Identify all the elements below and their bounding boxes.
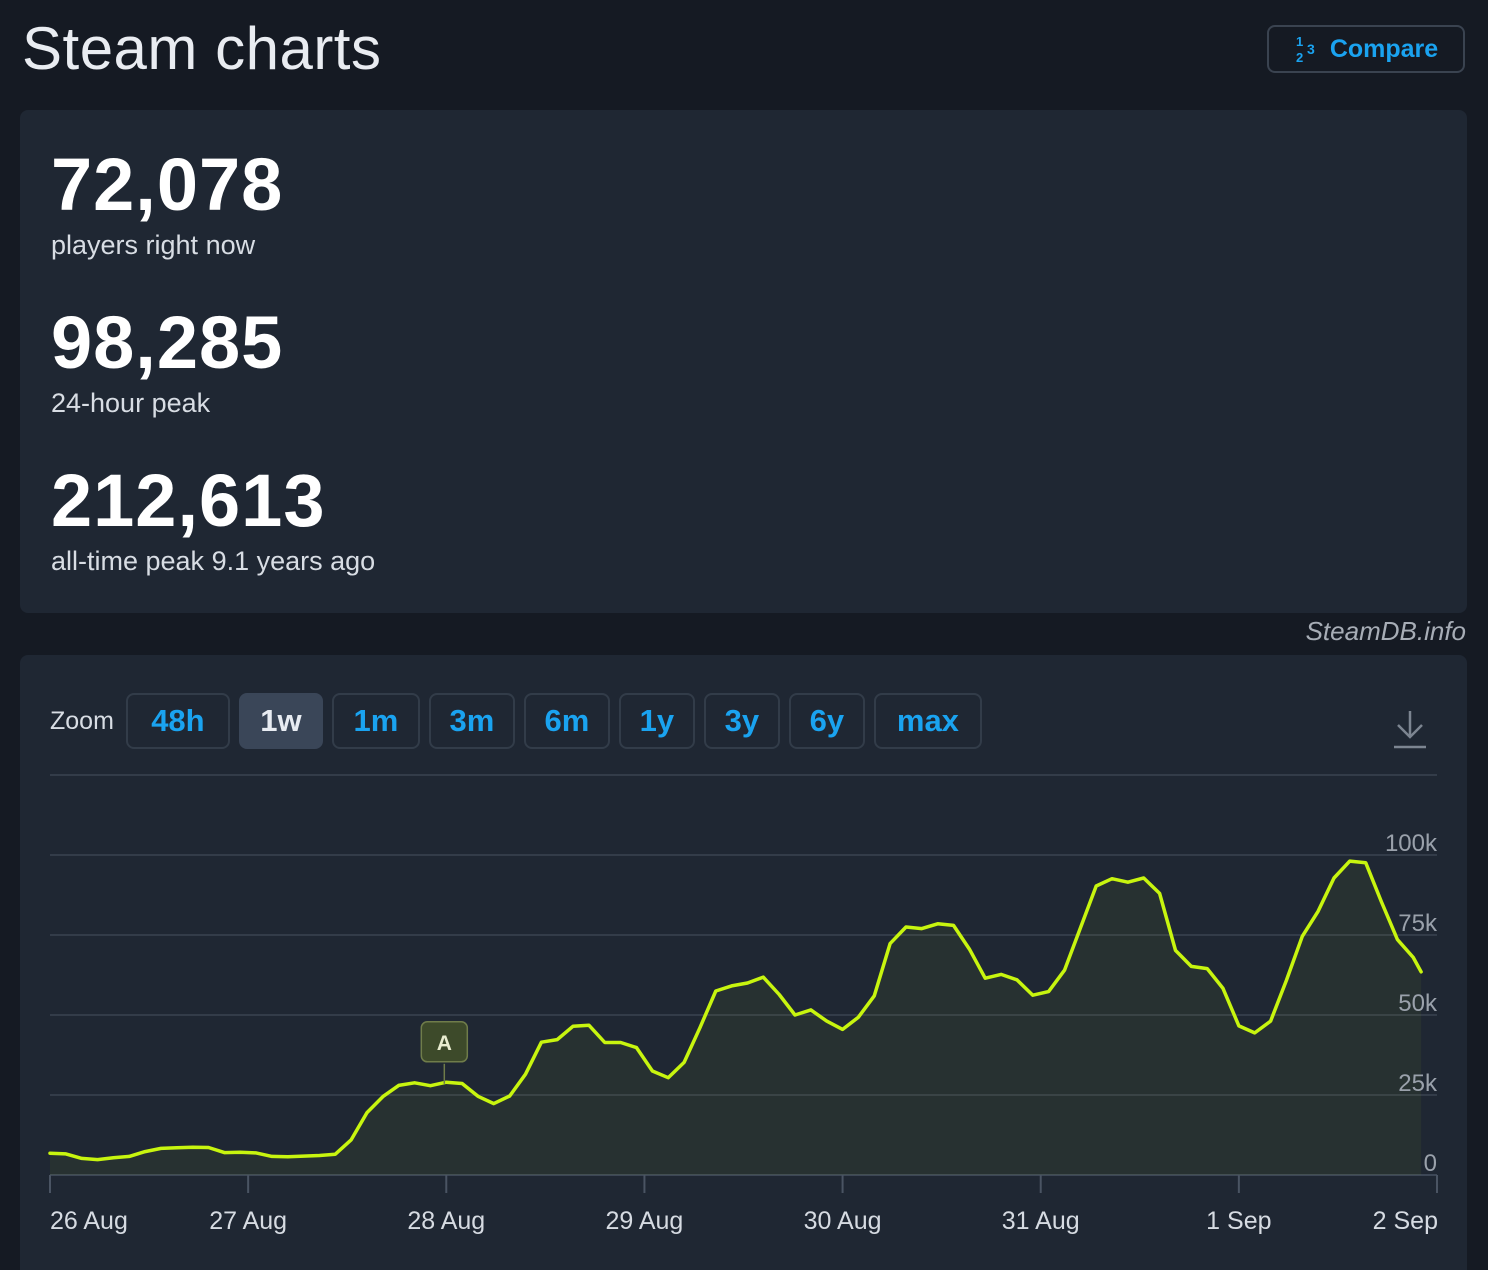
- steamdb-watermark: SteamDB.info: [1305, 616, 1466, 646]
- zoom-controls: Zoom 48h 1w 1m 3m 6m 1y 3y 6y max: [50, 693, 991, 749]
- y-tick-label: 25k: [1398, 1070, 1438, 1097]
- annotation-label: A: [437, 1032, 452, 1055]
- x-tick-label: 30 Aug: [804, 1207, 882, 1235]
- zoom-6y-button[interactable]: 6y: [788, 693, 865, 749]
- stat-value: 72,078: [51, 143, 284, 226]
- zoom-3y-button[interactable]: 3y: [703, 693, 780, 749]
- stat-value: 98,285: [51, 301, 284, 384]
- zoom-6m-button[interactable]: 6m: [523, 693, 610, 749]
- chart-panel: 0 25k 50k 75k 100k 26 Aug 27 Aug 28 Aug 29 Aug 30…: [20, 655, 1467, 1270]
- numbers-icon: 123: [1294, 34, 1320, 65]
- zoom-48h-button[interactable]: 48h: [125, 693, 230, 749]
- download-icon[interactable]: [1392, 707, 1428, 751]
- stat-label: all-time peak 9.1 years ago: [51, 546, 376, 576]
- y-tick-label: 75k: [1398, 910, 1438, 937]
- x-tick-label: 26 Aug: [50, 1207, 128, 1235]
- stat-24h-peak: 98,285 24-hour peak: [51, 306, 283, 419]
- svg-text:2: 2: [1296, 50, 1303, 64]
- stat-label: players right now: [51, 230, 256, 260]
- series-area: [50, 861, 1422, 1175]
- svg-text:1: 1: [1296, 34, 1303, 49]
- x-tick-label: 27 Aug: [209, 1207, 287, 1235]
- x-tick-label: 31 Aug: [1002, 1207, 1080, 1235]
- stat-all-time-peak: 212,613 all-time peak 9.1 years ago: [51, 464, 375, 577]
- compare-label: Compare: [1329, 34, 1439, 63]
- zoom-1w-button[interactable]: 1w: [238, 693, 323, 749]
- zoom-1y-button[interactable]: 1y: [618, 693, 695, 749]
- compare-button[interactable]: 123 Compare: [1267, 25, 1465, 73]
- y-tick-label: 0: [1424, 1150, 1437, 1177]
- x-tick-label: 1 Sep: [1206, 1207, 1271, 1235]
- y-tick-label: 50k: [1398, 990, 1438, 1017]
- svg-text:3: 3: [1307, 41, 1315, 57]
- page-title: Steam charts: [22, 15, 382, 82]
- x-tick-label: 29 Aug: [605, 1207, 683, 1235]
- stat-current-players: 72,078 players right now: [51, 148, 283, 261]
- zoom-label: Zoom: [50, 706, 114, 735]
- y-tick-label: 100k: [1385, 830, 1438, 857]
- zoom-3m-button[interactable]: 3m: [428, 693, 515, 749]
- x-tick-label: 2 Sep: [1373, 1207, 1438, 1235]
- stat-label: 24-hour peak: [51, 388, 211, 418]
- stats-panel: 72,078 players right now 98,285 24-hour …: [20, 110, 1467, 613]
- stat-value: 212,613: [51, 459, 326, 542]
- zoom-1m-button[interactable]: 1m: [331, 693, 420, 749]
- zoom-max-button[interactable]: max: [873, 693, 982, 749]
- x-tick-label: 28 Aug: [407, 1207, 485, 1235]
